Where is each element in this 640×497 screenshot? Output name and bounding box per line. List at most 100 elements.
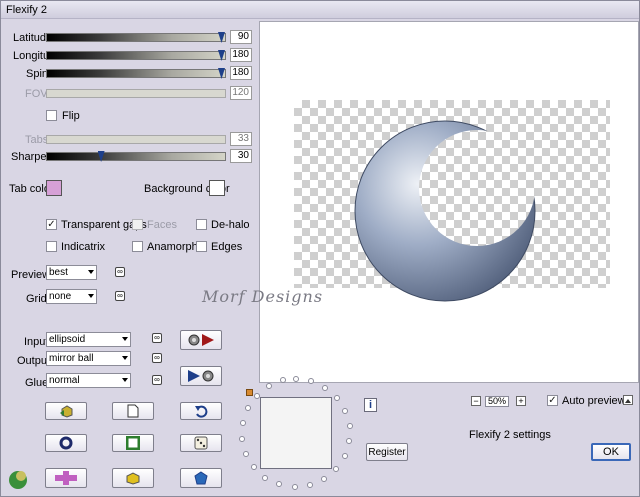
- pentagon-button[interactable]: [180, 468, 222, 488]
- titlebar: Flexify 2: [1, 1, 639, 19]
- settings-label: Flexify 2 settings: [469, 429, 551, 441]
- anamorph-checkbox[interactable]: [132, 241, 143, 252]
- pentagon-icon: [194, 471, 208, 485]
- slider-value-sharpen[interactable]: 30: [230, 149, 252, 163]
- preview-quality-select[interactable]: best: [46, 265, 97, 280]
- slider-value-tabs[interactable]: 33: [230, 132, 252, 146]
- slider-value-fov[interactable]: 120: [230, 86, 252, 100]
- slider-track-latitude[interactable]: [46, 32, 226, 43]
- glue-select[interactable]: normal: [46, 373, 131, 388]
- flexify-logo-icon: [7, 467, 31, 494]
- ring-dot[interactable]: [239, 420, 246, 427]
- ring-dot[interactable]: [322, 384, 329, 391]
- mirror-ball-render: [354, 120, 536, 302]
- ring-dot[interactable]: [334, 394, 341, 401]
- info-button[interactable]: i: [364, 398, 377, 412]
- slider-track-fov[interactable]: [46, 89, 226, 98]
- slider-track-tabs[interactable]: [46, 135, 226, 144]
- indicatrix-checkbox[interactable]: [46, 241, 57, 252]
- glue-lock-icon[interactable]: ∞: [152, 375, 162, 385]
- ring-dot[interactable]: [342, 408, 349, 415]
- slider-track-longitude[interactable]: [46, 50, 226, 61]
- slider-value-spin[interactable]: 180: [230, 66, 252, 80]
- ok-button[interactable]: OK: [591, 443, 631, 461]
- cube-icon: [126, 472, 140, 485]
- undo-button[interactable]: [180, 402, 222, 420]
- slider-thumb[interactable]: [218, 68, 225, 79]
- ring-dot[interactable]: [293, 376, 299, 382]
- frame-button[interactable]: [112, 434, 154, 452]
- grid-lock-icon[interactable]: ∞: [115, 291, 125, 301]
- gear-play-icon: [188, 334, 214, 346]
- preview-canvas[interactable]: Morf Designs: [202, 21, 639, 383]
- flip-checkbox[interactable]: [46, 110, 57, 121]
- tab-color-swatch[interactable]: [46, 180, 62, 196]
- slider-value-latitude[interactable]: 90: [230, 30, 252, 44]
- faces-label: Faces: [147, 219, 177, 231]
- ring-dot[interactable]: [239, 435, 246, 442]
- frame-icon: [126, 436, 140, 450]
- zoom-out-button[interactable]: −: [471, 396, 481, 406]
- slider-thumb[interactable]: [97, 151, 105, 162]
- ring-dot[interactable]: [346, 438, 353, 445]
- play-reverse-button[interactable]: [180, 366, 222, 386]
- preview-quality-label: Preview: [11, 269, 51, 281]
- register-button[interactable]: Register: [366, 443, 408, 461]
- slider-thumb[interactable]: [218, 50, 225, 61]
- chevron-down-icon: [122, 356, 128, 360]
- ring-dot[interactable]: [308, 378, 315, 385]
- auto-preview-label: Auto preview: [562, 395, 626, 407]
- zoom-in-button[interactable]: +: [516, 396, 526, 406]
- preview-lock-icon[interactable]: ∞: [115, 267, 125, 277]
- ring-dot[interactable]: [251, 463, 258, 470]
- de-halo-label: De-halo: [211, 219, 250, 231]
- slider-track-sharpen[interactable]: [46, 151, 226, 162]
- input-value: ellipsoid: [49, 334, 86, 345]
- output-lock-icon[interactable]: ∞: [152, 353, 162, 363]
- ring-dot[interactable]: [306, 482, 313, 489]
- ring-dot[interactable]: [244, 405, 251, 412]
- background-color-swatch[interactable]: [209, 180, 225, 196]
- ring-dot[interactable]: [266, 383, 272, 390]
- cube-arrow-icon: [60, 405, 73, 418]
- ring-dot[interactable]: [333, 466, 340, 473]
- cross-icon: [55, 471, 77, 485]
- ring-dot[interactable]: [253, 392, 260, 399]
- cross-button[interactable]: [45, 468, 87, 488]
- input-select[interactable]: ellipsoid: [46, 332, 131, 347]
- orange-marker-icon: [246, 389, 253, 396]
- auto-preview-checkbox[interactable]: ✓: [547, 395, 558, 406]
- thumbnail-preview[interactable]: [260, 397, 332, 469]
- de-halo-checkbox[interactable]: [196, 219, 207, 230]
- slider-label-fov: FOV: [25, 88, 48, 100]
- grid-label: Grid: [26, 293, 47, 305]
- grid-select[interactable]: none: [46, 289, 97, 304]
- glue-label: Glue: [25, 377, 49, 389]
- play-forward-button[interactable]: [180, 330, 222, 350]
- transparent-gaps-checkbox[interactable]: ✓: [46, 219, 57, 230]
- ring-dot[interactable]: [341, 453, 348, 460]
- ring-dot[interactable]: [262, 474, 269, 481]
- cube-button[interactable]: [112, 468, 154, 488]
- input-label: Input: [24, 336, 49, 348]
- import-button[interactable]: [45, 402, 87, 420]
- slider-value-longitude[interactable]: 180: [230, 48, 252, 62]
- indicatrix-label: Indicatrix: [61, 241, 106, 253]
- glue-value: normal: [49, 375, 80, 386]
- faces-checkbox[interactable]: [132, 219, 143, 230]
- ring-dot[interactable]: [346, 422, 353, 429]
- slider-thumb[interactable]: [218, 32, 225, 43]
- collapse-button[interactable]: [623, 395, 633, 405]
- random-button[interactable]: [180, 434, 222, 452]
- ring-dot[interactable]: [276, 481, 283, 488]
- slider-track-spin[interactable]: [46, 68, 226, 79]
- ring-button[interactable]: [45, 434, 87, 452]
- ring-dot[interactable]: [321, 476, 328, 483]
- edges-checkbox[interactable]: [196, 241, 207, 252]
- ring-dot[interactable]: [243, 450, 250, 457]
- ring-dot[interactable]: [291, 483, 298, 490]
- new-page-button[interactable]: [112, 402, 154, 420]
- output-select[interactable]: mirror ball: [46, 351, 131, 366]
- input-lock-icon[interactable]: ∞: [152, 333, 162, 343]
- chevron-down-icon: [88, 294, 94, 298]
